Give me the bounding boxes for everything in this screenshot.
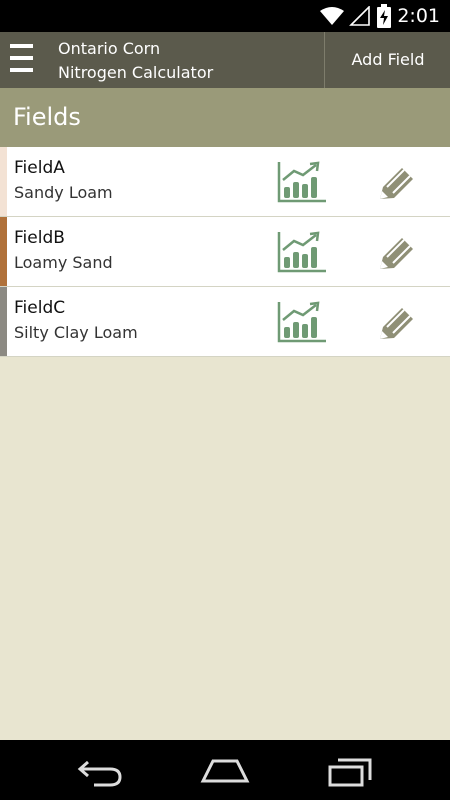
- app-title-line1: Ontario Corn: [58, 39, 161, 58]
- pencil-icon: [380, 168, 413, 199]
- app-title-line2: Nitrogen Calculator: [58, 63, 214, 82]
- add-field-button[interactable]: Add Field: [324, 32, 450, 88]
- field-row[interactable]: FieldA Sandy Loam: [0, 147, 450, 217]
- bar-chart-trend-icon: [277, 231, 326, 273]
- field-row[interactable]: FieldC Silty Clay Loam: [0, 287, 450, 357]
- back-icon: [77, 760, 122, 787]
- edit-button[interactable]: [376, 233, 418, 273]
- field-list: FieldA Sandy Loam FieldB Loamy Sand Fiel…: [0, 147, 450, 357]
- field-row[interactable]: FieldB Loamy Sand: [0, 217, 450, 287]
- pencil-icon: [380, 238, 413, 269]
- soil-color-swatch: [0, 147, 7, 216]
- app-title: Ontario Corn Nitrogen Calculator: [58, 37, 213, 85]
- recents-button[interactable]: [326, 754, 376, 788]
- chart-button[interactable]: [276, 230, 328, 274]
- wifi-icon: [320, 7, 345, 25]
- status-icons: 2:01: [319, 0, 450, 32]
- field-name: FieldA: [14, 158, 65, 178]
- field-soil-type: Loamy Sand: [14, 253, 113, 272]
- field-soil-type: Silty Clay Loam: [14, 323, 138, 342]
- recents-icon: [328, 758, 372, 787]
- back-button[interactable]: [76, 754, 126, 788]
- app-bar: Ontario Corn Nitrogen Calculator Add Fie…: [0, 32, 450, 88]
- soil-color-swatch: [0, 287, 7, 356]
- field-name: FieldB: [14, 228, 65, 248]
- pencil-icon: [380, 308, 413, 339]
- field-name: FieldC: [14, 298, 66, 318]
- status-bar: 2:01: [0, 0, 450, 32]
- section-title: Fields: [0, 88, 450, 147]
- home-icon: [200, 759, 250, 783]
- soil-color-swatch: [0, 217, 7, 286]
- field-soil-type: Sandy Loam: [14, 183, 113, 202]
- menu-button[interactable]: [0, 32, 44, 88]
- home-button[interactable]: [200, 754, 250, 788]
- chart-button[interactable]: [276, 300, 328, 344]
- edit-button[interactable]: [376, 303, 418, 343]
- chart-button[interactable]: [276, 160, 328, 204]
- signal-icon: [349, 6, 371, 26]
- navigation-bar: [0, 740, 450, 800]
- bar-chart-trend-icon: [277, 161, 326, 203]
- battery-charging-icon: [377, 4, 392, 28]
- status-clock: 2:01: [397, 5, 440, 27]
- bar-chart-trend-icon: [277, 301, 326, 343]
- edit-button[interactable]: [376, 163, 418, 203]
